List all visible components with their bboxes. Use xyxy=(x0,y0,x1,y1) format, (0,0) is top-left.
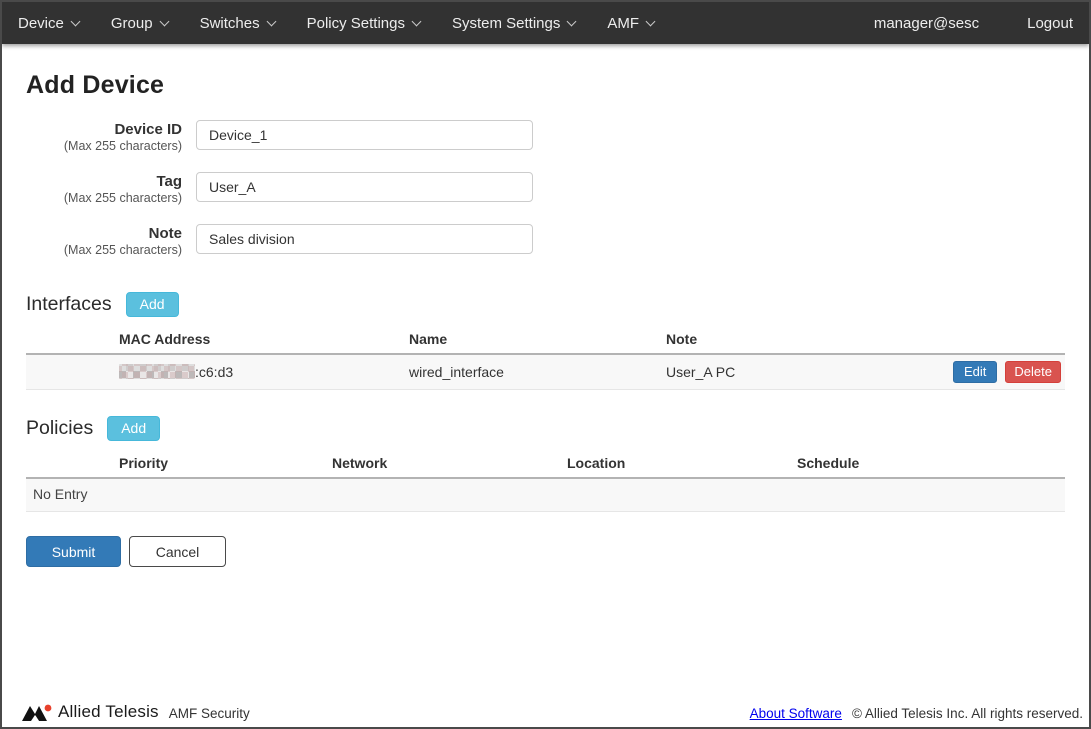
nav-menu-amf[interactable]: AMF xyxy=(607,15,654,32)
app-window: Device Group Switches Policy Settings Sy… xyxy=(0,0,1091,729)
allied-telesis-brand: Allied Telesis xyxy=(22,702,159,722)
chevron-down-icon xyxy=(159,16,169,26)
policies-add-button[interactable]: Add xyxy=(107,416,160,441)
nav-menu-device-label: Device xyxy=(18,15,64,32)
device-id-field[interactable] xyxy=(196,120,533,150)
col-schedule: Schedule xyxy=(797,455,1065,471)
interface-delete-button[interactable]: Delete xyxy=(1005,361,1061,383)
col-priority: Priority xyxy=(119,455,332,471)
policies-section-title: Policies xyxy=(26,417,93,440)
nav-menu-policy-settings[interactable]: Policy Settings xyxy=(307,15,420,32)
policies-table: Priority Network Location Schedule No En… xyxy=(26,455,1065,512)
logout-button[interactable]: Logout xyxy=(1027,15,1073,32)
product-name: AMF Security xyxy=(169,706,250,722)
col-location: Location xyxy=(567,455,797,471)
device-id-label: Device ID xyxy=(26,121,182,138)
col-note: Note xyxy=(666,331,1065,347)
nav-menu-switches[interactable]: Switches xyxy=(200,15,275,32)
interface-name-cell: wired_interface xyxy=(409,364,666,380)
chevron-down-icon xyxy=(646,16,656,26)
chevron-down-icon xyxy=(412,16,422,26)
tag-label: Tag xyxy=(26,173,182,190)
interfaces-table: MAC Address Name Note :c6:d3 wired_inter… xyxy=(26,331,1065,390)
form-row-tag: Tag (Max 255 characters) xyxy=(26,172,1065,206)
copyright-text: © Allied Telesis Inc. All rights reserve… xyxy=(852,706,1083,722)
note-field[interactable] xyxy=(196,224,533,254)
nav-menu-system-settings[interactable]: System Settings xyxy=(452,15,575,32)
nav-menu-device[interactable]: Device xyxy=(18,15,79,32)
col-name: Name xyxy=(409,331,666,347)
brand-name: Allied Telesis xyxy=(58,702,159,722)
nav-menu-group[interactable]: Group xyxy=(111,15,168,32)
footer: Allied Telesis AMF Security About Softwa… xyxy=(2,697,1089,727)
interface-note-cell: User_A PC xyxy=(666,364,953,380)
policies-empty-row: No Entry xyxy=(26,479,1065,512)
interfaces-table-header: MAC Address Name Note xyxy=(26,331,1065,355)
about-software-link[interactable]: About Software xyxy=(750,706,842,722)
note-hint: (Max 255 characters) xyxy=(26,242,182,258)
nav-menu-amf-label: AMF xyxy=(607,15,639,32)
interface-edit-button[interactable]: Edit xyxy=(953,361,997,383)
chevron-down-icon xyxy=(266,16,276,26)
note-label: Note xyxy=(26,225,182,242)
add-device-form: Device ID (Max 255 characters) Tag (Max … xyxy=(26,120,1065,258)
top-navbar: Device Group Switches Policy Settings Sy… xyxy=(2,2,1089,44)
submit-button[interactable]: Submit xyxy=(26,536,121,567)
interfaces-section-title: Interfaces xyxy=(26,293,112,316)
nav-menu-policy-settings-label: Policy Settings xyxy=(307,15,405,32)
logged-in-user: manager@sesc xyxy=(874,15,979,32)
cancel-button[interactable]: Cancel xyxy=(129,536,226,567)
col-mac-address: MAC Address xyxy=(119,331,409,347)
redacted-mac-block xyxy=(119,364,195,379)
tag-field[interactable] xyxy=(196,172,533,202)
interface-mac-cell: :c6:d3 xyxy=(119,364,409,380)
form-row-device-id: Device ID (Max 255 characters) xyxy=(26,120,1065,154)
col-network: Network xyxy=(332,455,567,471)
nav-menu-system-settings-label: System Settings xyxy=(452,15,560,32)
nav-menu-group-label: Group xyxy=(111,15,153,32)
nav-menu-switches-label: Switches xyxy=(200,15,260,32)
page-title: Add Device xyxy=(26,71,1065,100)
interface-table-row: :c6:d3 wired_interface User_A PC Edit De… xyxy=(26,355,1065,390)
allied-telesis-logo xyxy=(22,703,52,722)
device-id-hint: (Max 255 characters) xyxy=(26,138,182,154)
policies-table-header: Priority Network Location Schedule xyxy=(26,455,1065,479)
tag-hint: (Max 255 characters) xyxy=(26,190,182,206)
chevron-down-icon xyxy=(70,16,80,26)
form-row-note: Note (Max 255 characters) xyxy=(26,224,1065,258)
interfaces-add-button[interactable]: Add xyxy=(126,292,179,317)
chevron-down-icon xyxy=(567,16,577,26)
